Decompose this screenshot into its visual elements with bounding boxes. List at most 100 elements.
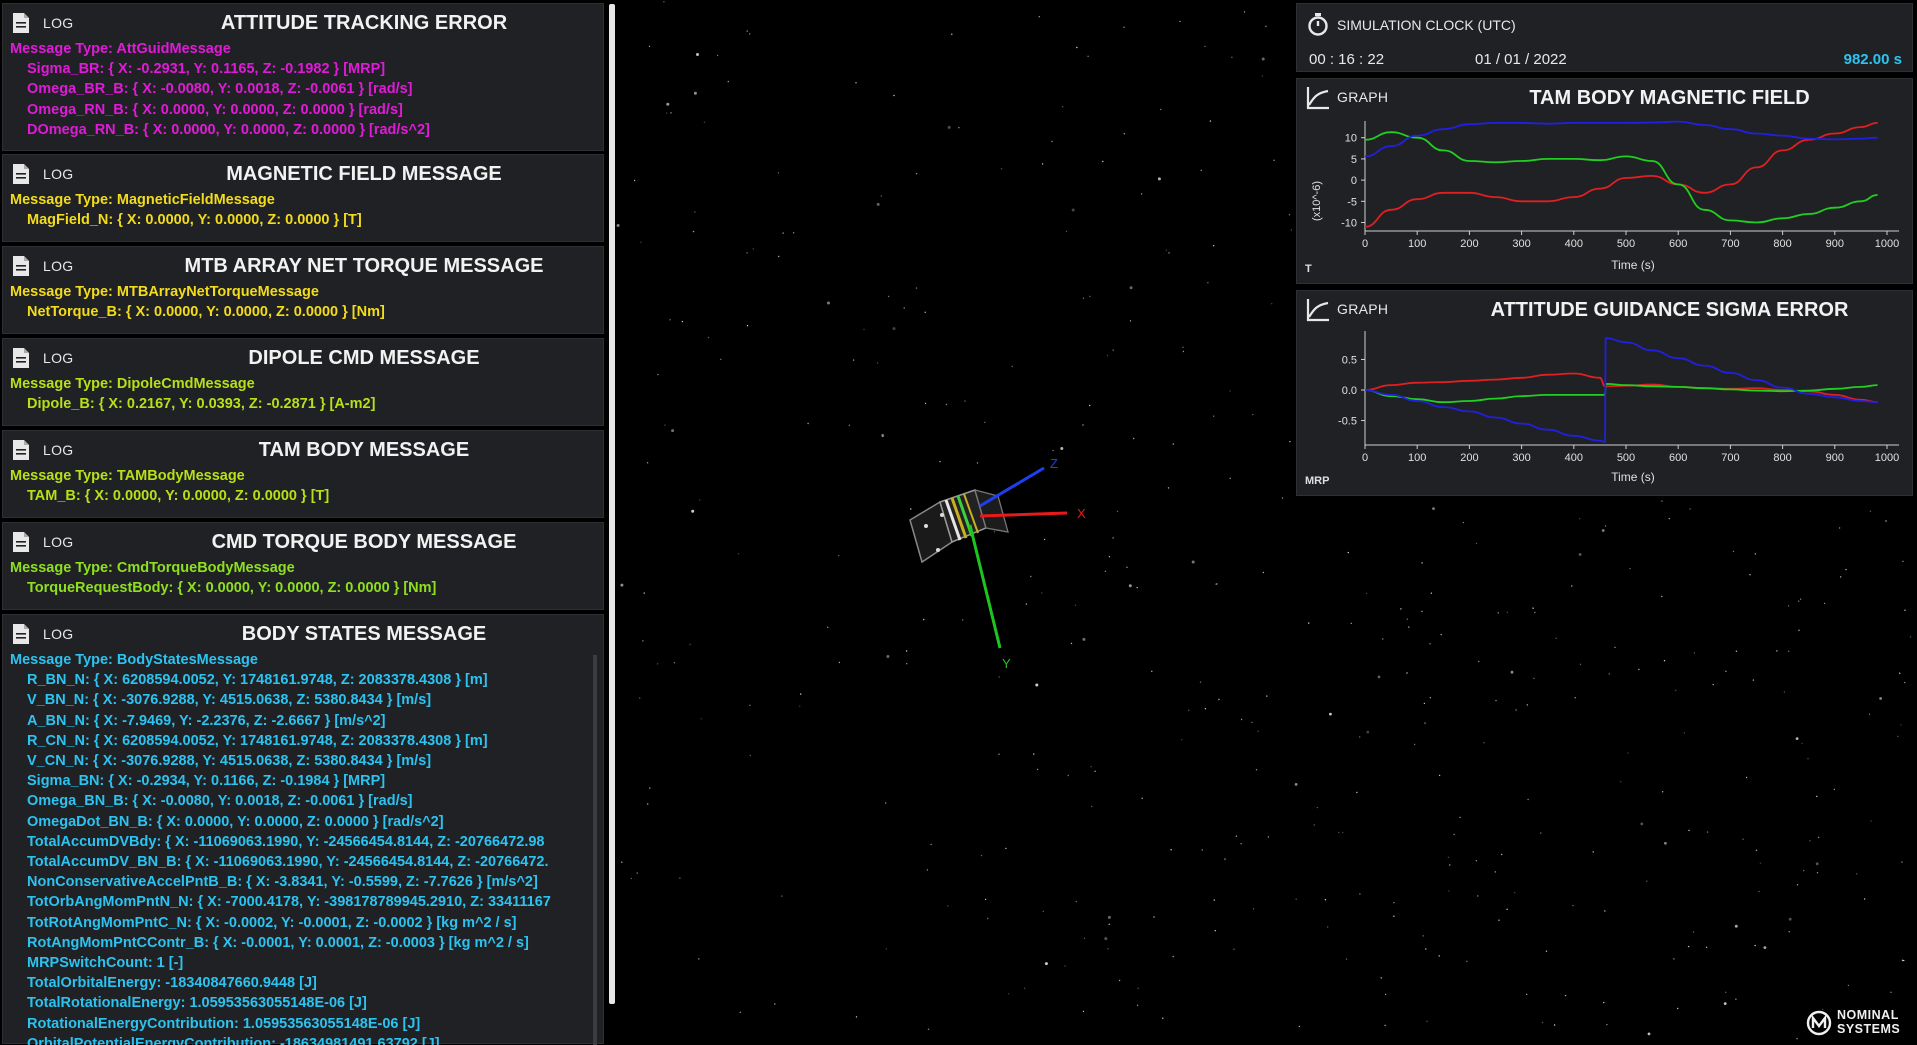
- star: [739, 1011, 741, 1013]
- star: [1235, 835, 1238, 837]
- star: [855, 1016, 858, 1018]
- star: [1723, 1002, 1727, 1005]
- document-icon: [13, 440, 29, 460]
- star: [958, 127, 960, 129]
- star: [1870, 820, 1872, 822]
- star: [1475, 860, 1478, 862]
- y-tick-label: 5: [1351, 154, 1357, 166]
- y-tick-label: 0.5: [1342, 354, 1357, 366]
- panel-resize-handle[interactable]: [609, 4, 615, 1004]
- star: [1483, 742, 1485, 744]
- graph-plot-area[interactable]: 0 100 200 300 400 500 600 700 800 900 1000 0.5 0.0 -0…: [1297, 291, 1912, 495]
- star: [673, 662, 676, 664]
- star: [1759, 862, 1762, 864]
- star: [1036, 768, 1039, 771]
- star: [657, 373, 659, 376]
- star: [1495, 699, 1497, 702]
- star: [852, 359, 855, 361]
- star: [664, 424, 666, 426]
- star: [692, 230, 695, 233]
- star: [1233, 948, 1235, 950]
- star: [698, 958, 700, 960]
- x-axis-label: Time (s): [1611, 470, 1655, 484]
- star: [1788, 650, 1790, 652]
- star: [1257, 730, 1259, 732]
- star: [666, 112, 668, 114]
- message-type: Message Type: AttGuidMessage: [10, 41, 231, 57]
- star: [1172, 443, 1175, 445]
- star: [694, 211, 696, 213]
- star: [649, 787, 651, 789]
- star: [1316, 806, 1319, 809]
- document-icon: [13, 624, 29, 644]
- log-tag: LOG: [43, 442, 74, 458]
- star: [746, 325, 749, 327]
- graph-plot-area[interactable]: 0 100 200 300 400 500 600 700 800 900 1000 10 5 0 -5 -1…: [1297, 79, 1912, 283]
- star: [1243, 11, 1246, 13]
- star: [1327, 926, 1329, 928]
- spacecraft-model[interactable]: [909, 489, 1009, 564]
- star: [1421, 562, 1423, 564]
- star: [1627, 752, 1629, 754]
- star: [1692, 931, 1695, 933]
- x-tick-label: 900: [1826, 238, 1844, 250]
- log-panel-body-states[interactable]: LOG BODY STATES MESSAGE Message Type: Bo…: [2, 614, 604, 1045]
- star: [1453, 833, 1455, 836]
- log-scrollbar[interactable]: [593, 655, 597, 1045]
- star: [1663, 660, 1666, 662]
- nominal-systems-logo: NOMINAL SYSTEMS: [1805, 1007, 1913, 1039]
- x-tick-label: 100: [1408, 238, 1426, 250]
- star: [1240, 718, 1243, 721]
- star: [1807, 758, 1809, 760]
- star: [1051, 140, 1053, 143]
- star: [1540, 832, 1542, 834]
- star: [1128, 584, 1132, 588]
- star: [1424, 722, 1426, 724]
- star: [1803, 869, 1805, 872]
- star: [749, 33, 751, 35]
- star: [1533, 677, 1535, 680]
- star: [1856, 873, 1858, 875]
- star: [1359, 736, 1361, 738]
- star: [1112, 349, 1114, 351]
- star: [1823, 602, 1826, 605]
- x-tick-label: 600: [1669, 238, 1687, 250]
- field-line: A_BN_N: { X: -7.9469, Y: -2.2376, Z: -2.…: [27, 712, 386, 729]
- panel-title: TAM BODY MESSAGE: [258, 439, 470, 461]
- star: [703, 121, 706, 124]
- star: [1104, 937, 1108, 941]
- star: [1838, 527, 1841, 529]
- star: [781, 895, 783, 897]
- y-axis-label: (x10^-6): [1311, 181, 1323, 221]
- star: [1494, 871, 1497, 873]
- star: [1693, 652, 1696, 654]
- star: [1366, 730, 1370, 734]
- clock-tag: SIMULATION CLOCK (UTC): [1337, 17, 1516, 33]
- star: [1614, 646, 1616, 649]
- star: [1579, 663, 1582, 665]
- series-line-0: [1364, 372, 1878, 404]
- field-line: TotRotAngMomPntC_N: { X: -0.0002, Y: -0.…: [27, 914, 517, 931]
- star: [1677, 1007, 1679, 1010]
- clock-seconds: 982.00 s: [1843, 51, 1902, 68]
- star: [1126, 566, 1128, 568]
- star: [1429, 697, 1432, 699]
- star: [1735, 998, 1737, 1000]
- star: [1799, 598, 1802, 600]
- star: [1273, 159, 1275, 161]
- star: [1129, 320, 1132, 322]
- star: [749, 704, 751, 706]
- star: [1204, 45, 1206, 48]
- star: [1064, 965, 1066, 967]
- log-tag: LOG: [43, 258, 74, 274]
- field-line: Sigma_BR: { X: -0.2931, Y: 0.1165, Z: -0…: [27, 61, 386, 78]
- star: [1578, 553, 1582, 556]
- star: [1252, 908, 1255, 910]
- star: [1393, 915, 1395, 917]
- star: [1638, 668, 1640, 671]
- star: [1555, 637, 1557, 639]
- log-panels-column: LOG ATTITUDE TRACKING ERROR Message Type…: [0, 0, 606, 1045]
- star: [693, 91, 697, 95]
- spacecraft-scene[interactable]: Z X Y: [880, 440, 1100, 680]
- star: [1897, 735, 1899, 738]
